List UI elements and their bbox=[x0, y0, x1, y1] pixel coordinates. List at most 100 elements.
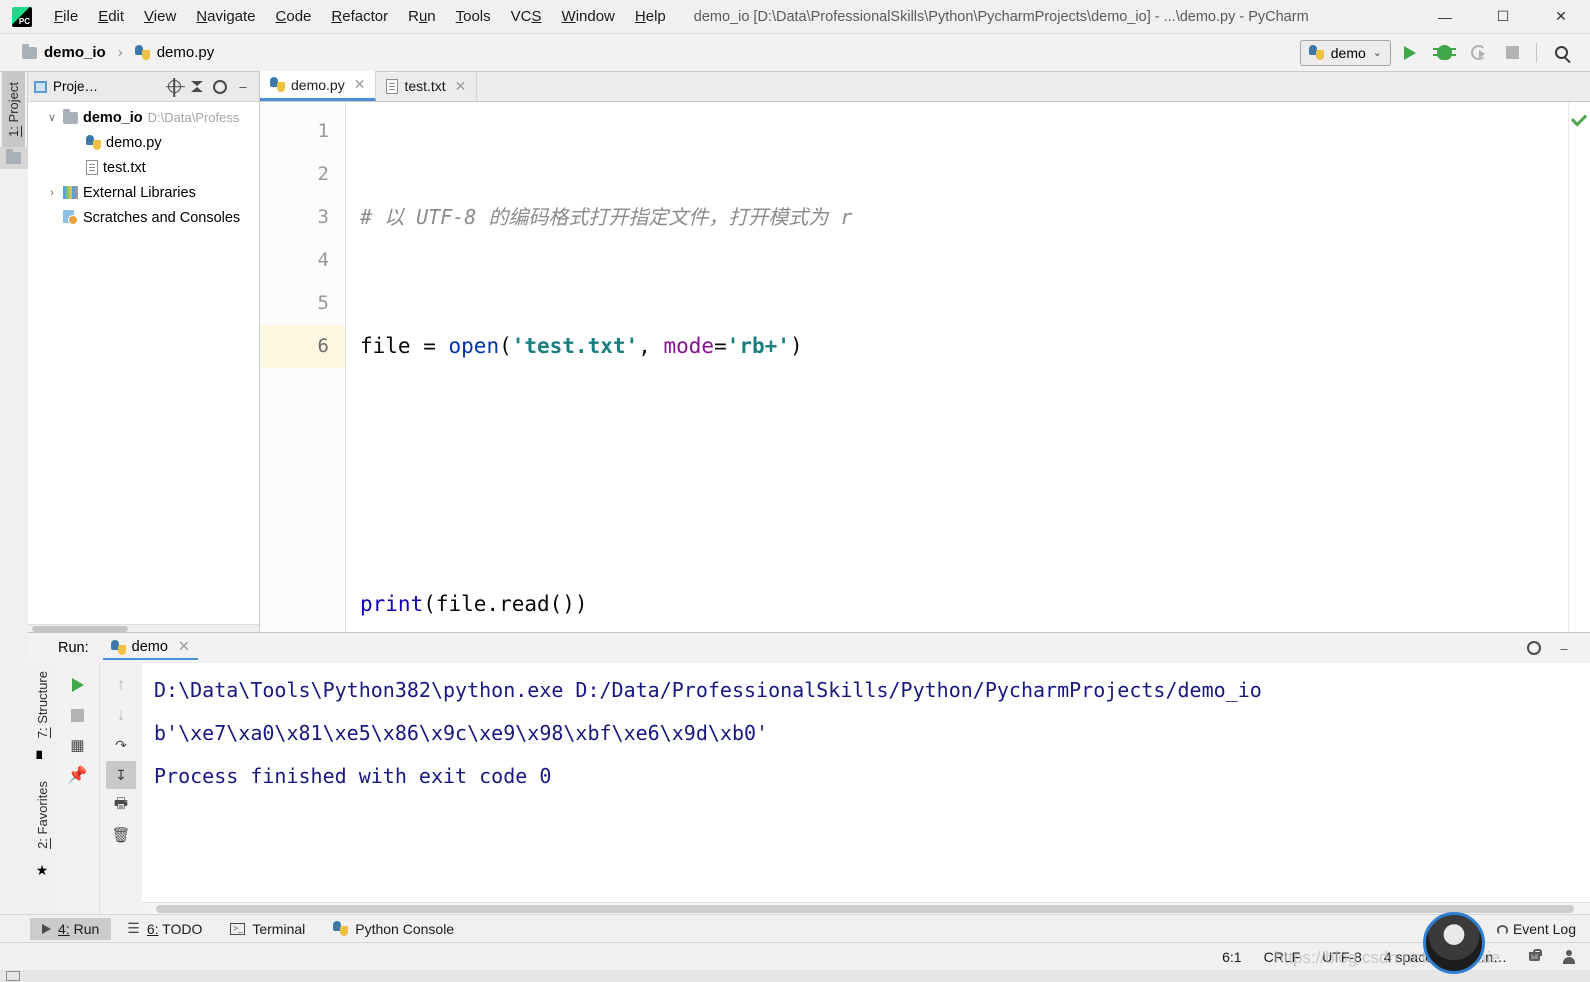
target-icon bbox=[167, 80, 181, 93]
caret-position[interactable]: 6:1 bbox=[1222, 949, 1241, 965]
tab-test-txt[interactable]: test.txt ✕ bbox=[376, 71, 478, 101]
hide-run-panel-button[interactable]: – bbox=[1554, 638, 1574, 658]
menu-vcs[interactable]: VCS bbox=[501, 4, 552, 29]
chevron-down-icon[interactable]: ∨ bbox=[46, 111, 58, 124]
layout-button[interactable]: ▦ bbox=[63, 731, 93, 759]
collapse-all-button[interactable] bbox=[187, 77, 207, 97]
run-button[interactable] bbox=[1395, 39, 1425, 67]
stop-process-button[interactable] bbox=[63, 701, 93, 729]
soft-wrap-button[interactable]: ↷ bbox=[106, 731, 136, 759]
hide-project-button[interactable]: – bbox=[233, 77, 253, 97]
close-icon[interactable]: ✕ bbox=[455, 78, 467, 95]
pycharm-window: File Edit View Navigate Code Refactor Ru… bbox=[0, 0, 1590, 982]
avatar[interactable] bbox=[1562, 949, 1576, 964]
tree-item-demo-py[interactable]: demo.py bbox=[28, 130, 259, 155]
debug-button[interactable] bbox=[1429, 39, 1459, 67]
console-line: b'\xe7\xa0\x81\xe5\x86\x9c\xe9\x98\xbf\x… bbox=[154, 721, 769, 745]
tree-item-demo_io[interactable]: ∨ demo_io D:\Data\Profess bbox=[28, 105, 259, 130]
tool-button-python-console[interactable]: Python Console bbox=[321, 918, 466, 940]
tree-item-path: D:\Data\Profess bbox=[147, 110, 240, 125]
scroll-from-source-button[interactable] bbox=[164, 77, 184, 97]
down-button[interactable]: ↓ bbox=[106, 701, 136, 729]
tree-item-scratches[interactable]: Scratches and Consoles bbox=[28, 205, 259, 230]
menu-navigate[interactable]: Navigate bbox=[186, 4, 265, 29]
python-config-icon bbox=[1308, 45, 1324, 60]
tree-item-external-libraries[interactable]: › External Libraries bbox=[28, 180, 259, 205]
tool-button-todo[interactable]: ☰ 6: TODO bbox=[115, 917, 214, 940]
breadcrumb-project[interactable]: demo_io bbox=[44, 44, 106, 61]
console-line: D:\Data\Tools\Python382\python.exe D:/Da… bbox=[154, 678, 1262, 702]
up-button[interactable]: ↑ bbox=[106, 671, 136, 699]
tool-button-terminal[interactable]: >_ Terminal bbox=[218, 918, 317, 940]
sidebar-item-project[interactable]: 1: Project bbox=[2, 72, 25, 147]
bug-icon bbox=[1432, 45, 1456, 60]
menu-refactor[interactable]: Refactor bbox=[321, 4, 398, 29]
menu-tools[interactable]: Tools bbox=[446, 4, 501, 29]
vcs-branch[interactable]: P…n… bbox=[1462, 949, 1507, 965]
indent-setting[interactable]: 4 spaces bbox=[1384, 949, 1440, 965]
run-tab-demo[interactable]: demo ✕ bbox=[102, 636, 199, 660]
breadcrumb-file[interactable]: demo.py bbox=[157, 44, 215, 61]
play-icon bbox=[42, 923, 51, 934]
folder-icon bbox=[22, 43, 37, 59]
project-settings-button[interactable] bbox=[210, 77, 230, 97]
structure-icon[interactable]: ▘ bbox=[28, 746, 56, 773]
python-file-icon bbox=[270, 77, 285, 92]
code-text[interactable]: # 以 UTF-8 的编码格式打开指定文件，打开模式为 r file = ope… bbox=[346, 102, 1568, 632]
run-actions-toolbar-right: ↑ ↓ ↷ ↧ 🖶 🗑 bbox=[100, 663, 142, 914]
clear-all-button[interactable]: 🗑 bbox=[106, 821, 136, 849]
run-configuration-selector[interactable]: demo ⌄ bbox=[1299, 39, 1391, 66]
project-panel-title[interactable]: Proje… bbox=[53, 79, 98, 94]
console-horizontal-scrollbar[interactable] bbox=[142, 902, 1590, 914]
rerun-button[interactable] bbox=[63, 671, 93, 699]
menu-code[interactable]: Code bbox=[266, 4, 322, 29]
search-everywhere-button[interactable] bbox=[1546, 39, 1576, 67]
run-tool-window: Run: demo ✕ – 7: Structure ▘ 2: Favorite… bbox=[28, 632, 1590, 914]
stop-icon bbox=[1505, 46, 1519, 59]
tree-item-test-txt[interactable]: test.txt bbox=[28, 155, 259, 180]
inspection-marker-gutter[interactable] bbox=[1568, 102, 1590, 632]
project-rail-icon[interactable] bbox=[0, 146, 28, 169]
pin-tab-button[interactable]: 📌 bbox=[63, 761, 93, 789]
file-encoding[interactable]: UTF-8 bbox=[1322, 949, 1362, 965]
main-body: 1: Project Proje… – ∨ demo_io D:\Data\Pr… bbox=[0, 71, 1590, 914]
code-editor[interactable]: 1 2 3 4 5 6 # 以 UTF-8 的编码格式打开指定文件，打开模式为 … bbox=[260, 102, 1590, 632]
tool-button-run[interactable]: 4: Run bbox=[30, 917, 112, 940]
sidebar-item-structure[interactable]: 7: Structure bbox=[31, 663, 54, 746]
python-icon bbox=[110, 639, 126, 655]
maximize-button[interactable]: ☐ bbox=[1474, 0, 1532, 34]
project-horizontal-scrollbar[interactable] bbox=[28, 624, 259, 632]
tab-demo-py[interactable]: demo.py ✕ bbox=[260, 71, 377, 101]
gear-icon bbox=[213, 79, 227, 94]
sidebar-item-favorites[interactable]: 2: Favorites bbox=[31, 773, 54, 857]
star-icon[interactable]: ★ bbox=[28, 857, 56, 884]
run-coverage-button[interactable] bbox=[1463, 39, 1493, 67]
code-line-2: file = open('test.txt', mode='rb+') bbox=[360, 334, 803, 358]
menu-edit[interactable]: Edit bbox=[88, 4, 134, 29]
menu-window[interactable]: Window bbox=[552, 4, 625, 29]
print-button[interactable]: 🖶 bbox=[106, 791, 136, 819]
close-icon[interactable]: ✕ bbox=[354, 76, 366, 93]
menu-help[interactable]: Help bbox=[625, 4, 676, 29]
stop-button[interactable] bbox=[1497, 39, 1527, 67]
menu-bar: File Edit View Navigate Code Refactor Ru… bbox=[44, 4, 676, 29]
scroll-to-end-button[interactable]: ↧ bbox=[106, 761, 136, 789]
lock-icon[interactable] bbox=[1529, 949, 1542, 961]
run-console-output[interactable]: D:\Data\Tools\Python382\python.exe D:/Da… bbox=[142, 663, 1590, 902]
menu-file[interactable]: File bbox=[44, 4, 88, 29]
event-log-button[interactable]: Event Log bbox=[1496, 921, 1576, 937]
menu-run[interactable]: Run bbox=[398, 4, 446, 29]
scrollbar-thumb[interactable] bbox=[156, 905, 1574, 913]
python-file-icon bbox=[86, 135, 101, 150]
menu-view[interactable]: View bbox=[134, 4, 186, 29]
text-file-icon bbox=[86, 160, 98, 175]
line-separator[interactable]: CRLF bbox=[1264, 949, 1301, 965]
close-button[interactable]: ✕ bbox=[1532, 0, 1590, 34]
chevron-right-icon[interactable]: › bbox=[46, 187, 58, 199]
soft-wrap-icon: ↷ bbox=[115, 736, 127, 753]
run-settings-button[interactable] bbox=[1524, 638, 1544, 658]
close-icon[interactable]: ✕ bbox=[178, 639, 190, 655]
scroll-end-icon: ↧ bbox=[115, 766, 127, 783]
minimize-button[interactable]: — bbox=[1416, 0, 1474, 34]
